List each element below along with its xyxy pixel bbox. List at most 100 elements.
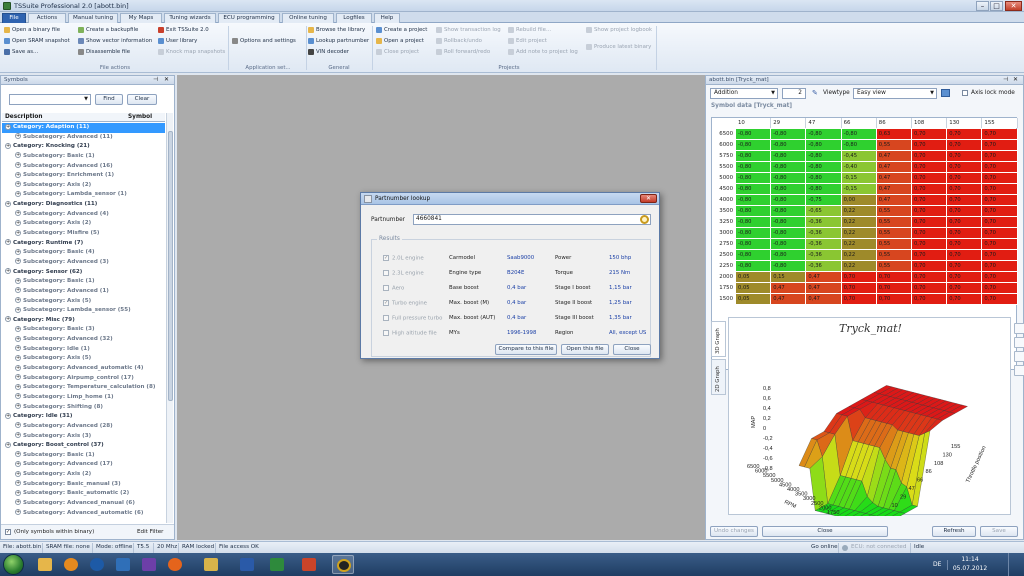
grid-cell[interactable]: 0,70 [982, 184, 1018, 195]
tree-subcategory[interactable]: + Subcategory: Axis (3) [2, 432, 165, 442]
grid-cell[interactable]: 0,05 [736, 294, 772, 305]
grid-cell[interactable]: -0,36 [806, 261, 842, 272]
grid-cell[interactable]: -0,80 [736, 129, 772, 140]
grid-cell[interactable]: -0,80 [806, 173, 842, 184]
grid-cell[interactable]: -0,80 [806, 151, 842, 162]
tab-logfiles[interactable]: Logfiles [336, 13, 372, 23]
grid-cell[interactable]: 0,70 [912, 173, 948, 184]
grid-cell[interactable]: 0,70 [982, 195, 1018, 206]
tree-subcategory[interactable]: + Subcategory: Basic (1) [2, 277, 165, 287]
expand-icon[interactable]: + [15, 354, 21, 361]
expand-icon[interactable]: + [15, 325, 21, 332]
expand-icon[interactable]: + [15, 162, 21, 169]
exit-button[interactable]: Exit TSSuite 2.0 [158, 26, 209, 35]
tree-subcategory[interactable]: + Subcategory: Advanced (17) [2, 460, 165, 470]
clock-date[interactable]: 05.07.2012 [950, 565, 990, 572]
grid-cell[interactable]: -0,80 [736, 173, 772, 184]
3d-graph[interactable]: Tryck_mat! 0,8 0,6 0,4 0,2 0 -0,2 -0,4 -0,6 -0,8… [728, 317, 1011, 516]
tree-subcategory[interactable]: + Subcategory: Advanced (3) [2, 258, 165, 268]
browse-library-button[interactable]: Browse the library [308, 26, 365, 35]
grid-cell[interactable]: -0,80 [736, 206, 772, 217]
expand-icon[interactable]: + [15, 403, 21, 410]
grid-cell[interactable]: 0,47 [771, 283, 807, 294]
expand-icon[interactable]: + [5, 441, 11, 448]
grid-cell[interactable]: 0,70 [947, 272, 983, 283]
add-note-button[interactable]: Add note to project log [508, 48, 578, 57]
grid-cell[interactable]: -0,80 [771, 261, 807, 272]
grid-cell[interactable]: 0,70 [947, 173, 983, 184]
grid-cell[interactable]: 0,55 [876, 228, 912, 239]
taskbar-powerpoint[interactable] [298, 555, 320, 574]
grid-cell[interactable]: 0,70 [912, 250, 948, 261]
expand-icon[interactable]: + [15, 258, 21, 265]
expand-icon[interactable]: + [15, 422, 21, 429]
tree-subcategory[interactable]: + Subcategory: Advanced (16) [2, 162, 165, 172]
grid-cell[interactable]: 0,15 [771, 272, 807, 283]
grid-cell[interactable]: 0,47 [876, 195, 912, 206]
expand-icon[interactable]: + [15, 190, 21, 197]
grid-cell[interactable]: 0,22 [841, 250, 877, 261]
grid-cell[interactable]: 0,47 [771, 294, 807, 305]
show-logbook-button[interactable]: Show project logbook [586, 26, 652, 35]
edit-project-button[interactable]: Edit project [508, 37, 547, 46]
grid-cell[interactable]: -0,80 [771, 151, 807, 162]
grid-cell[interactable]: 0,70 [912, 206, 948, 217]
expand-icon[interactable]: + [15, 383, 21, 390]
grid-cell[interactable]: 0,70 [982, 228, 1018, 239]
grid-cell[interactable]: 0,47 [876, 151, 912, 162]
grid-cell[interactable]: 0,70 [982, 129, 1018, 140]
grid-cell[interactable]: 0,47 [876, 173, 912, 184]
grid-cell[interactable]: -0,36 [806, 250, 842, 261]
grid-cell[interactable]: 0,70 [947, 283, 983, 294]
tree-category[interactable]: + Category: Runtime (7) [2, 239, 165, 249]
taskbar-pulse[interactable] [112, 555, 134, 574]
grid-cell[interactable]: -0,80 [736, 261, 772, 272]
grid-cell[interactable]: 0,70 [947, 294, 983, 305]
grid-cell[interactable]: 0,55 [876, 217, 912, 228]
lookup-partnumber-button[interactable]: Lookup partnumber [308, 37, 369, 46]
taskbar-tssuite[interactable] [332, 555, 354, 574]
grid-cell[interactable]: -0,80 [736, 228, 772, 239]
expand-icon[interactable]: + [5, 316, 11, 323]
grid-cell[interactable]: 0,55 [876, 239, 912, 250]
tree-subcategory[interactable]: + Subcategory: Airpump_control (17) [2, 374, 165, 384]
expand-icon[interactable]: + [15, 470, 21, 477]
grid-cell[interactable]: -0,80 [841, 140, 877, 151]
grid-cell[interactable]: -0,80 [771, 217, 807, 228]
dialog-close-button[interactable]: Close [613, 344, 651, 355]
grid-cell[interactable]: 0,05 [736, 272, 772, 283]
maximize-button[interactable]: □ [990, 1, 1003, 11]
grid-cell[interactable]: 0,47 [806, 283, 842, 294]
expand-icon[interactable]: + [15, 229, 21, 236]
grid-cell[interactable]: -0,36 [806, 228, 842, 239]
tree-subcategory[interactable]: + Subcategory: Basic_manual (3) [2, 480, 165, 490]
tree-category[interactable]: + Category: Diagnostics (11) [2, 200, 165, 210]
produce-binary-button[interactable]: Produce latest binary [586, 43, 651, 52]
grid-cell[interactable]: 0,55 [876, 261, 912, 272]
save-map-icon[interactable] [941, 89, 950, 97]
tree-subcategory[interactable]: + Subcategory: Axis (5) [2, 297, 165, 307]
expand-icon[interactable]: + [15, 297, 21, 304]
grid-cell[interactable]: 0,70 [912, 272, 948, 283]
rollback-button[interactable]: Rollback/undo [436, 37, 482, 46]
tab-tuning-wizards[interactable]: Tuning wizards [164, 13, 216, 23]
tree-subcategory[interactable]: + Subcategory: Limp_home (1) [2, 393, 165, 403]
grid-cell[interactable]: 0,70 [912, 261, 948, 272]
grid-cell[interactable]: -0,80 [771, 173, 807, 184]
taskbar-hp[interactable] [86, 555, 108, 574]
pin-icon[interactable]: ⊣ [153, 76, 158, 83]
grid-cell[interactable]: -0,65 [806, 206, 842, 217]
tree-category[interactable]: + Category: Boost_control (37) [2, 441, 165, 451]
tab-actions[interactable]: Actions [28, 13, 66, 23]
save-button[interactable]: Save [980, 526, 1018, 537]
tree-subcategory[interactable]: + Subcategory: Advanced (1) [2, 287, 165, 297]
grid-cell[interactable]: -0,80 [771, 250, 807, 261]
grid-cell[interactable]: 0,00 [841, 195, 877, 206]
grid-cell[interactable]: 0,70 [947, 250, 983, 261]
grid-cell[interactable]: 0,70 [982, 217, 1018, 228]
expand-icon[interactable]: + [15, 219, 21, 226]
grid-cell[interactable]: 0,70 [947, 129, 983, 140]
expand-icon[interactable]: + [5, 142, 11, 149]
grid-cell[interactable]: -0,80 [771, 195, 807, 206]
tab-manual-tuning[interactable]: Manual tuning [68, 13, 118, 23]
